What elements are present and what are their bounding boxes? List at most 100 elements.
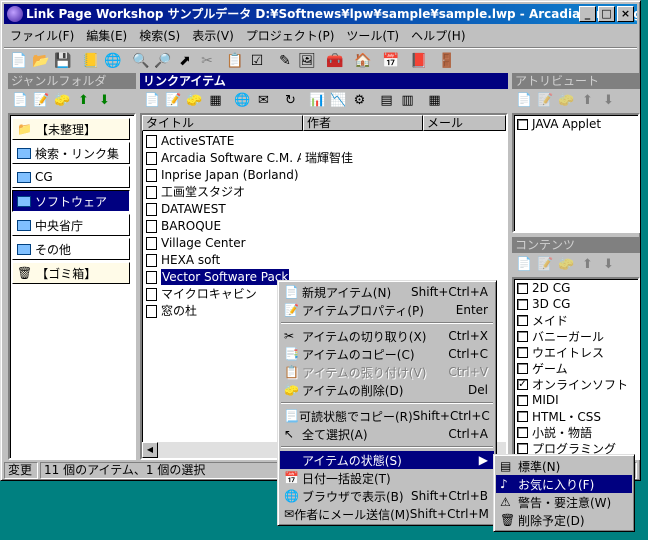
image-icon[interactable]: 🖼 [296,50,318,72]
save-icon[interactable]: 💾 [52,50,74,72]
contents-up-icon[interactable]: ⬆ [577,254,598,274]
menu-5[interactable]: ツール(T) [340,27,405,44]
link-row[interactable]: Arcadia Software C.M. Ap... 瑞輝智佳 [146,150,353,166]
checkbox-item[interactable]: ウエイトレス [514,344,638,360]
genre-folder-3[interactable]: ソフトウェア [12,190,130,212]
context-menu-item[interactable]: 🧽 アイテムの削除(D) Del [280,381,494,399]
link-row[interactable]: DATAWEST [146,201,305,217]
column-mail[interactable]: メール [423,115,506,131]
genre-folder-1[interactable]: 検索・リンク集 [12,142,130,164]
menu-0[interactable]: ファイル(F) [4,27,80,44]
check-icon[interactable]: ☑ [246,50,268,72]
attr-down-icon[interactable]: ⬇ [598,90,619,110]
link-row[interactable]: Inprise Japan (Borland) [146,167,305,183]
new-item-tool-icon[interactable]: 📄 [142,90,163,110]
attr-up-icon[interactable]: ⬆ [577,90,598,110]
search-icon[interactable]: 🔍 [130,50,152,72]
checkbox[interactable]: ✓ [517,378,528,390]
globe-icon[interactable]: 🌐 [102,50,124,72]
maximize-button[interactable]: □ [598,6,615,22]
attr-eraser-icon[interactable]: 🧽 [556,90,577,110]
context-menu-item[interactable]: アイテムの状態(S) ▶ [280,451,494,469]
submenu-item[interactable]: ♪ お気に入り(F) [496,475,632,493]
filter-icon[interactable]: ⚙ [349,90,370,110]
minimize-button[interactable]: _ [579,6,596,22]
new-folder-icon[interactable]: 📄 [10,90,31,110]
link-row[interactable]: HEXA soft [146,252,305,268]
list-icon[interactable]: 📋 [224,50,246,72]
checkbox[interactable] [517,118,528,130]
sort-desc-icon[interactable]: 📉 [328,90,349,110]
context-menu-item[interactable]: 📝 アイテムプロパティ(P) Enter [280,301,494,319]
link-row[interactable]: Village Center [146,235,305,251]
context-menu-item[interactable]: ✉ 作者にメール送信(M) Shift+Ctrl+M [280,505,494,523]
move-up-icon[interactable]: ⬆ [73,90,94,110]
submenu-item[interactable]: 🗑 削除予定(D) [496,511,632,529]
context-menu-item[interactable]: 📃 可読状態でコピー(R) Shift+Ctrl+C [280,407,494,425]
link-row[interactable]: 工画堂スタジオ [146,184,305,200]
exit-icon[interactable]: 🚪 [436,50,458,72]
genre-folder-0[interactable]: 📁 【未整理】 [12,118,130,140]
contents-properties-icon[interactable]: 📝 [535,254,556,274]
checkbox-item[interactable]: JAVA Applet [514,116,638,132]
contents-down-icon[interactable]: ⬇ [598,254,619,274]
checkbox[interactable] [517,330,528,342]
move-down-icon[interactable]: ⬇ [94,90,115,110]
scroll-left-button[interactable]: ◀ [142,442,158,458]
checkbox-item[interactable]: ゲーム [514,360,638,376]
checkbox[interactable] [517,298,528,310]
menu-6[interactable]: ヘルプ(H) [405,27,471,44]
link-row[interactable]: ActiveSTATE [146,133,305,149]
context-menu-item[interactable]: 📑 アイテムのコピー(C) Ctrl+C [280,345,494,363]
menu-1[interactable]: 編集(E) [80,27,133,44]
new-file-icon[interactable]: 📄 [8,50,30,72]
project-icon[interactable]: 📒 [80,50,102,72]
checkbox[interactable] [517,346,528,358]
context-menu-item[interactable]: 📋 アイテムの張り付け(V) Ctrl+V [280,363,494,381]
menu-3[interactable]: 表示(V) [186,27,240,44]
title-bar[interactable]: Link Page Workshop サンプルデータ D:¥Softnews¥l… [4,4,637,24]
checkbox-item[interactable]: ✓ オンラインソフト [514,376,638,392]
calendar-tool-icon[interactable]: 📅 [380,50,402,72]
column-author[interactable]: 作者 [303,115,423,131]
submenu-item[interactable]: ▤ 標準(N) [496,457,632,475]
checkbox-item[interactable]: HTML・CSS [514,408,638,424]
column-title[interactable]: タイトル [142,115,303,131]
close-button[interactable]: × [617,6,634,22]
open-file-icon[interactable]: 📂 [30,50,52,72]
item-properties-tool-icon[interactable]: 📝 [163,90,184,110]
eraser-icon[interactable]: 🧽 [52,90,73,110]
book-icon[interactable]: 📕 [408,50,430,72]
checkbox-item[interactable]: バニーガール [514,328,638,344]
context-menu-item[interactable]: ✂ アイテムの切り取り(X) Ctrl+X [280,327,494,345]
checkbox-item[interactable]: 小説・物語 [514,424,638,440]
context-menu-item[interactable]: 📄 新規アイテム(N) Shift+Ctrl+A [280,283,494,301]
detail-view-icon[interactable]: ▤ [376,90,397,110]
checkbox-item[interactable]: MIDI [514,392,638,408]
checkbox[interactable] [517,426,528,438]
genre-folder-4[interactable]: 中央省庁 [12,214,130,236]
context-menu-item[interactable]: ↖ 全て選択(A) Ctrl+A [280,425,494,443]
menu-2[interactable]: 検索(S) [133,27,186,44]
refresh-icon[interactable]: ↻ [280,90,301,110]
checkbox[interactable] [517,282,528,294]
home-icon[interactable]: 🏠 [352,50,374,72]
checkbox[interactable] [517,442,528,454]
attr-new-icon[interactable]: 📄 [514,90,535,110]
genre-folder-5[interactable]: その他 [12,238,130,260]
contents-eraser-icon[interactable]: 🧽 [556,254,577,274]
mail-tool-icon[interactable]: ✉ [253,90,274,110]
link-row[interactable]: Vector Software Pack [146,268,293,286]
checkbox[interactable] [517,394,528,406]
contents-new-icon[interactable]: 📄 [514,254,535,274]
cut-tool-icon[interactable]: ✂ [196,50,218,72]
checkbox-item[interactable]: 3D CG [514,296,638,312]
checkbox[interactable] [517,410,528,422]
grid-icon[interactable]: ▦ [205,90,226,110]
table-view-icon[interactable]: ▦ [424,90,445,110]
checkbox[interactable] [517,314,528,326]
link-row[interactable]: BAROQUE [146,218,305,234]
folder-properties-icon[interactable]: 📝 [31,90,52,110]
genre-folder-6[interactable]: 🗑 【ゴミ箱】 [12,262,130,284]
item-eraser-icon[interactable]: 🧽 [184,90,205,110]
